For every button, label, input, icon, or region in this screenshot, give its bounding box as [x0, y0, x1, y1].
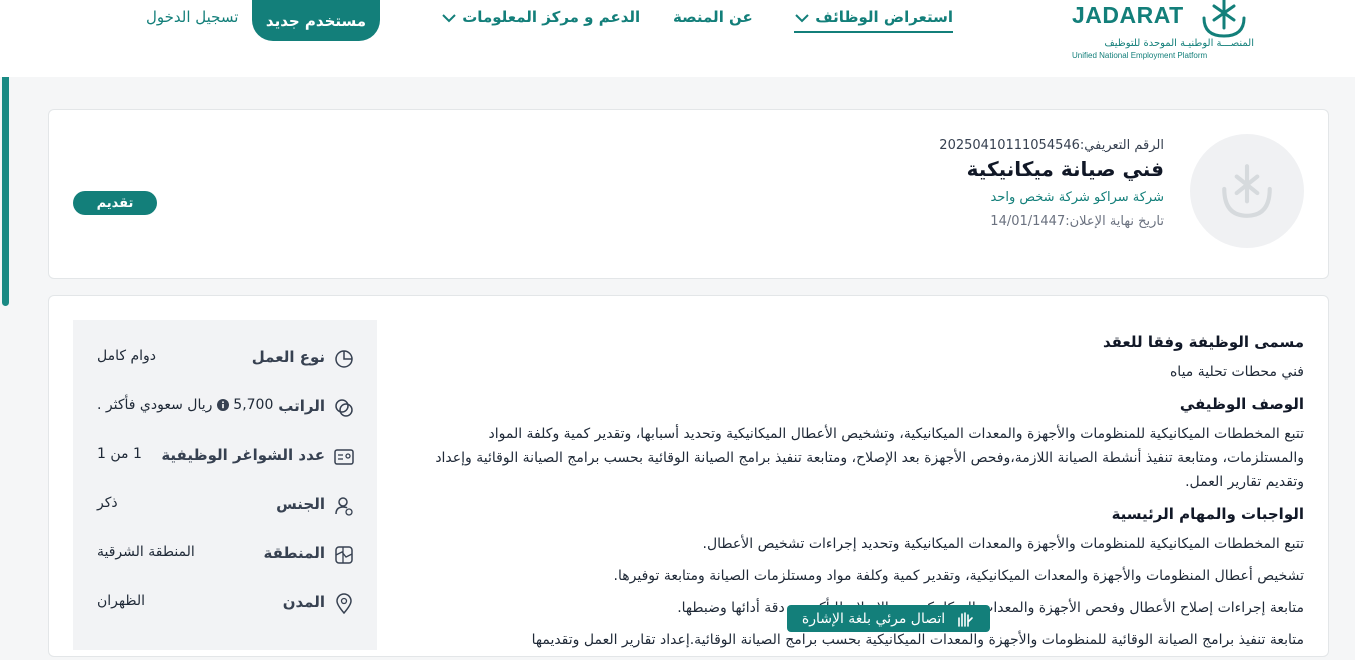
detail-label: عدد الشواغر الوظيفية: [161, 446, 325, 464]
detail-work-type: نوع العمل دوام كامل: [73, 346, 377, 394]
detail-vacancies: عدد الشواغر الوظيفية 1 من 1: [73, 444, 377, 492]
brand-arabic-name: المنصـــة الوطنيـة الموحدة للتوظيف: [1104, 38, 1254, 49]
new-user-button[interactable]: مستخدم جديد: [252, 0, 380, 41]
job-header-card: الرقم التعريفي:20250410111054546 فني صيا…: [48, 109, 1329, 279]
job-id-value: 20250410111054546: [939, 138, 1080, 153]
detail-label: الراتب: [278, 397, 325, 415]
chevron-down-icon: [442, 13, 456, 22]
sign-language-call-button[interactable]: اتصال مرئي بلغة الإشارة: [787, 605, 990, 632]
job-description-text: تتبع المخططات الميكانيكية للمنظومات والأ…: [435, 426, 1304, 490]
id-card-icon: [334, 449, 354, 465]
detail-value: الظهران: [97, 593, 145, 609]
nav-about-label: عن المنصة: [673, 8, 753, 26]
nav-support-center[interactable]: الدعم و مركز المعلومات: [441, 8, 640, 26]
company-name[interactable]: شركة سراكو شركة شخص واحد: [939, 190, 1164, 205]
pie-chart-icon: [335, 350, 353, 368]
detail-gender: الجنس ذكر: [73, 493, 377, 541]
detail-label: نوع العمل: [251, 348, 325, 366]
money-icon: [335, 399, 353, 417]
job-id-label: الرقم التعريفي:: [1079, 138, 1164, 153]
scroll-indicator[interactable]: [2, 38, 9, 306]
nav-about-platform[interactable]: عن المنصة: [673, 8, 753, 26]
deadline-label: تاريخ نهاية الإعلان:: [1065, 214, 1164, 229]
duty-item: تتبع المخططات الميكانيكية للمنظومات والأ…: [702, 536, 1304, 552]
nav-support-label: الدعم و مركز المعلومات: [462, 8, 641, 26]
detail-value: 5,700 ريال سعودي فأكثر .: [97, 397, 273, 413]
jadarat-emblem-icon: [1222, 164, 1272, 218]
apply-button[interactable]: تقديم: [73, 191, 157, 215]
map-icon: [335, 546, 353, 564]
detail-salary: الراتب 5,700 ريال سعودي فأكثر .: [73, 395, 377, 443]
brand-logo[interactable]: JADARAT المنصـــة الوطنيـة الموحدة للتوظ…: [1066, 0, 1266, 64]
detail-label: المنطقة: [263, 544, 325, 562]
job-info: الرقم التعريفي:20250410111054546 فني صيا…: [939, 138, 1164, 229]
detail-city: المدن الظهران: [73, 591, 377, 639]
jadarat-emblem-icon: [1202, 0, 1246, 38]
company-logo-placeholder: [1190, 134, 1304, 248]
detail-value: دوام كامل: [97, 348, 157, 364]
salary-amount: 5,700: [233, 397, 274, 413]
salary-suffix: ريال سعودي فأكثر .: [97, 397, 213, 413]
info-icon[interactable]: [216, 399, 229, 411]
nav-browse-jobs[interactable]: استعراض الوظائف: [794, 8, 954, 33]
chevron-down-icon: [795, 13, 809, 22]
detail-label: الجنس: [276, 495, 325, 513]
brand-name: JADARAT: [1072, 2, 1184, 28]
sign-language-label: اتصال مرئي بلغة الإشارة: [801, 610, 946, 627]
contract-title: فني محطات تحلية مياه: [1169, 364, 1304, 380]
job-id: الرقم التعريفي:20250410111054546: [939, 138, 1164, 153]
deadline-value: 14/01/1447: [990, 214, 1066, 229]
detail-region: المنطقة المنطقة الشرقية: [73, 542, 377, 590]
job-details-card: مسمى الوظيفة وفقا للعقد فني محطات تحلية …: [48, 295, 1329, 657]
contract-title-heading: مسمى الوظيفة وفقا للعقد: [1102, 333, 1304, 351]
detail-value: 1 من 1: [97, 446, 142, 462]
detail-value: المنطقة الشرقية: [97, 544, 195, 560]
job-description-heading: الوصف الوظيفي: [1179, 395, 1304, 413]
sign-language-hand-icon: [958, 611, 973, 627]
detail-value: ذكر: [97, 495, 118, 511]
duties-heading: الواجبات والمهام الرئيسية: [1111, 505, 1304, 523]
brand-english-name: Unified National Employment Platform: [1072, 51, 1208, 60]
location-pin-icon: [336, 593, 352, 615]
login-link[interactable]: تسجيل الدخول: [146, 8, 238, 26]
deadline: تاريخ نهاية الإعلان:14/01/1447: [939, 214, 1164, 229]
detail-label: المدن: [282, 593, 325, 611]
job-title: فني صيانة ميكانيكية: [966, 157, 1164, 181]
nav-browse-jobs-label: استعراض الوظائف: [815, 8, 954, 26]
top-navigation: JADARAT المنصـــة الوطنيـة الموحدة للتوظ…: [0, 0, 1355, 77]
job-details-panel: نوع العمل دوام كامل الراتب 5,700 ريال سع…: [73, 320, 377, 650]
duty-item: تشخيص أعطال المنظومات والأجهزة والمعدات …: [613, 568, 1304, 584]
user-gender-icon: [335, 497, 353, 516]
